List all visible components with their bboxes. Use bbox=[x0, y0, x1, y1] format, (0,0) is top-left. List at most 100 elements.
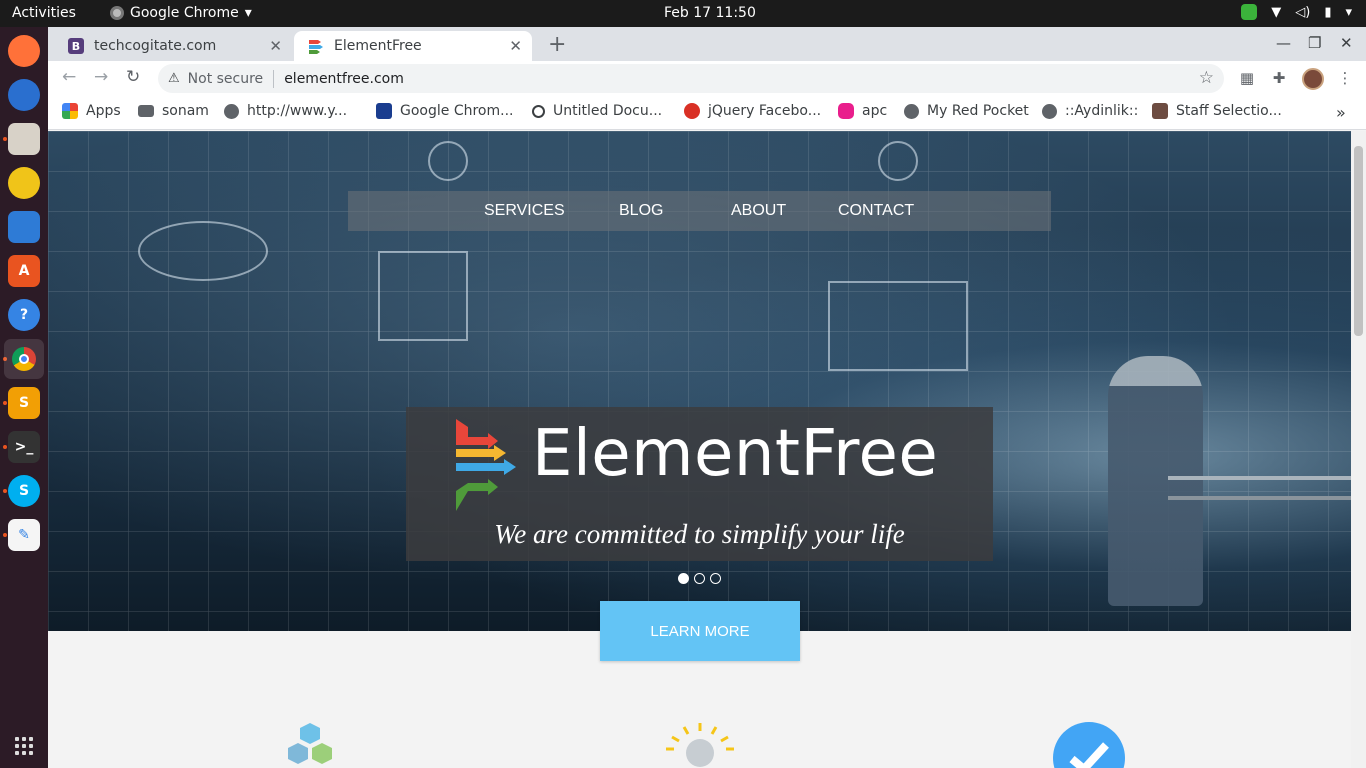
running-indicator bbox=[3, 533, 7, 537]
gauge-decoration bbox=[878, 141, 918, 181]
globe-icon bbox=[904, 103, 919, 119]
slide-dot-3[interactable] bbox=[710, 573, 721, 584]
document-icon bbox=[532, 104, 545, 118]
tab-title: ElementFree bbox=[334, 38, 422, 54]
bootstrap-favicon: B bbox=[68, 38, 84, 54]
brand-name: ElementFree bbox=[532, 417, 939, 491]
more-bookmarks-icon[interactable]: » bbox=[1336, 103, 1346, 122]
chevron-down-icon: ▾ bbox=[244, 5, 252, 21]
terminal-icon[interactable]: >_ bbox=[8, 431, 40, 463]
nav-blog[interactable]: BLOG bbox=[619, 202, 663, 220]
bookmark-apps[interactable]: Apps bbox=[62, 103, 121, 119]
address-bar[interactable]: ⚠ Not secure elementfree.com ☆ bbox=[158, 64, 1224, 93]
security-label[interactable]: Not secure bbox=[188, 71, 264, 87]
tab-techcogitate[interactable]: B techcogitate.com ✕ bbox=[54, 31, 292, 61]
apps-grid-icon bbox=[62, 103, 78, 119]
warning-icon[interactable]: ⚠ bbox=[168, 71, 180, 86]
writer-icon[interactable] bbox=[8, 211, 40, 243]
chart-decoration bbox=[378, 251, 468, 341]
help-icon[interactable]: ? bbox=[8, 299, 40, 331]
menu-icon[interactable]: ⋮ bbox=[1336, 69, 1354, 87]
bookmark-label: ::Aydinlik:: bbox=[1065, 103, 1139, 119]
text-editor-icon[interactable]: ✎ bbox=[8, 519, 40, 551]
emblem-icon bbox=[1152, 103, 1168, 119]
show-applications-icon[interactable] bbox=[15, 737, 33, 755]
clock[interactable]: Feb 17 11:50 bbox=[664, 5, 756, 21]
new-tab-button[interactable]: + bbox=[548, 32, 566, 57]
folder-icon bbox=[138, 105, 154, 117]
reload-button[interactable]: ↻ bbox=[126, 67, 140, 87]
bookmark-jquery-facebook[interactable]: jQuery Facebo... bbox=[684, 103, 821, 119]
slide-dot-1[interactable] bbox=[678, 573, 689, 584]
bookmark-star-icon[interactable]: ☆ bbox=[1199, 68, 1214, 88]
tagline: We are committed to simplify your life bbox=[494, 519, 905, 549]
close-window-button[interactable]: ✕ bbox=[1340, 34, 1353, 52]
checkmark-icon bbox=[1053, 722, 1125, 768]
web-page: SERVICES BLOG ABOUT CONTACT ElementFree … bbox=[48, 131, 1351, 768]
skype-icon[interactable]: S bbox=[8, 475, 40, 507]
close-icon[interactable]: ✕ bbox=[509, 37, 522, 55]
nav-contact[interactable]: CONTACT bbox=[838, 202, 914, 220]
restore-button[interactable]: ❐ bbox=[1308, 34, 1321, 52]
url-text[interactable]: elementfree.com bbox=[284, 71, 404, 87]
tab-elementfree[interactable]: ElementFree ✕ bbox=[294, 31, 532, 61]
nav-about[interactable]: ABOUT bbox=[731, 202, 786, 220]
bookmark-label: Staff Selectio... bbox=[1176, 103, 1282, 119]
forward-button[interactable]: → bbox=[94, 67, 108, 87]
close-icon[interactable]: ✕ bbox=[269, 37, 282, 55]
back-button[interactable]: ← bbox=[62, 67, 76, 87]
scrollbar-thumb[interactable] bbox=[1354, 146, 1363, 336]
bookmark-aydinlik[interactable]: ::Aydinlik:: bbox=[1042, 103, 1138, 119]
files-icon[interactable] bbox=[8, 123, 40, 155]
divider bbox=[273, 69, 275, 88]
system-top-bar: Activities Google Chrome ▾ Feb 17 11:50 … bbox=[0, 0, 1366, 27]
software-store-icon[interactable]: A bbox=[8, 255, 40, 287]
learn-more-button[interactable]: LEARN MORE bbox=[600, 601, 800, 661]
globe-icon bbox=[1042, 103, 1057, 119]
bookmark-apc[interactable]: apc bbox=[838, 103, 887, 119]
puzzle-extensions-icon[interactable]: ✚ bbox=[1270, 69, 1288, 87]
bookmark-label: jQuery Facebo... bbox=[708, 103, 822, 119]
security-shield-icon[interactable] bbox=[1241, 4, 1258, 20]
bar-chart-decoration bbox=[828, 281, 968, 371]
sublime-text-icon[interactable]: S bbox=[8, 387, 40, 419]
running-indicator bbox=[3, 401, 7, 405]
hero-caption: ElementFree We are committed to simplify… bbox=[406, 407, 993, 561]
firefox-icon[interactable] bbox=[8, 35, 40, 67]
rhythmbox-icon[interactable] bbox=[8, 167, 40, 199]
pie-chart-decoration bbox=[138, 221, 268, 281]
minimize-button[interactable]: — bbox=[1276, 34, 1291, 52]
bookmark-my-red-pocket[interactable]: My Red Pocket bbox=[904, 103, 1029, 119]
site-navbar: SERVICES BLOG ABOUT CONTACT bbox=[348, 191, 1051, 231]
chrome-icon bbox=[110, 6, 124, 20]
bookmark-y-link[interactable]: http://www.y... bbox=[224, 103, 347, 119]
app-menu[interactable]: Google Chrome ▾ bbox=[110, 5, 252, 21]
volume-icon: ◁) bbox=[1295, 4, 1311, 20]
globe-icon bbox=[224, 103, 239, 119]
nav-services[interactable]: SERVICES bbox=[484, 202, 565, 220]
page-scrollbar[interactable] bbox=[1351, 131, 1366, 768]
thunderbird-icon[interactable] bbox=[8, 79, 40, 111]
bookmark-google-chrome[interactable]: Google Chrom... bbox=[376, 103, 513, 119]
lightbulb-icon bbox=[666, 723, 734, 767]
bookmark-label: Untitled Docu... bbox=[553, 103, 663, 119]
bookmark-untitled-document[interactable]: Untitled Docu... bbox=[532, 103, 662, 119]
extension-icon[interactable]: ▦ bbox=[1238, 69, 1256, 87]
running-indicator bbox=[3, 137, 7, 141]
slider-dots bbox=[678, 573, 721, 584]
profile-avatar[interactable] bbox=[1302, 68, 1324, 90]
bookmark-label: apc bbox=[862, 103, 888, 119]
grid-icon bbox=[376, 103, 392, 119]
jquery-icon bbox=[684, 103, 700, 119]
app-name: Google Chrome bbox=[130, 5, 239, 21]
bookmark-staff-selection[interactable]: Staff Selectio... bbox=[1152, 103, 1282, 119]
system-tray[interactable]: ▼ ◁) ▮ ▾ bbox=[1241, 4, 1352, 20]
tab-strip: B techcogitate.com ✕ ElementFree ✕ + — ❐… bbox=[48, 27, 1366, 61]
bookmark-sonam[interactable]: sonam bbox=[138, 103, 209, 119]
activities-button[interactable]: Activities bbox=[12, 5, 76, 21]
running-indicator bbox=[3, 489, 7, 493]
slide-dot-2[interactable] bbox=[694, 573, 705, 584]
chrome-dock-icon[interactable] bbox=[4, 339, 44, 379]
elementfree-favicon bbox=[308, 38, 324, 54]
chevron-down-icon: ▾ bbox=[1345, 4, 1352, 20]
